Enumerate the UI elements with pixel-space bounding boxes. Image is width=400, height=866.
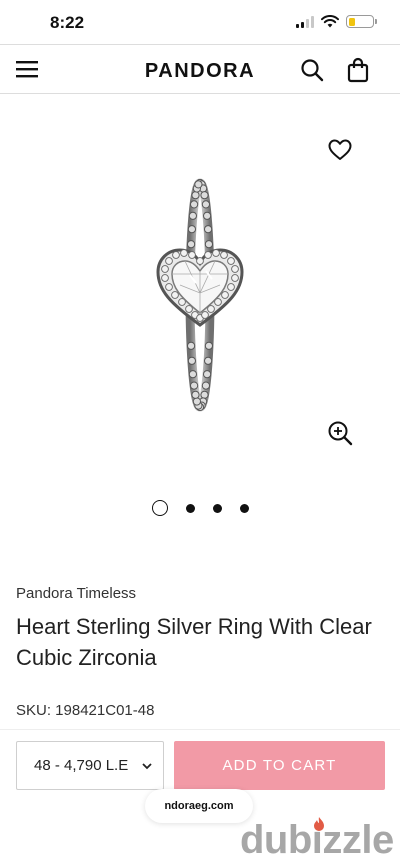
- signal-icon: [296, 15, 314, 28]
- size-select[interactable]: 48 - 4,790 L.E: [16, 741, 164, 790]
- shopping-bag-icon[interactable]: [346, 57, 370, 83]
- battery-icon: [346, 15, 377, 28]
- brand-accent-letter: R: [223, 60, 240, 82]
- zoom-in-icon[interactable]: [327, 420, 353, 446]
- brand-suffix: A: [239, 60, 256, 82]
- battery-level: [348, 17, 356, 26]
- site-header: PANDORA: [0, 44, 400, 94]
- flame-icon: [314, 817, 324, 831]
- product-collection[interactable]: Pandora Timeless: [16, 585, 136, 602]
- search-icon[interactable]: [300, 58, 324, 82]
- status-icons: [296, 15, 377, 28]
- chevron-down-icon: [142, 763, 152, 770]
- status-time: 8:22: [50, 13, 85, 32]
- product-title: Heart Sterling Silver Ring With Clear Cu…: [16, 614, 372, 670]
- browser-url-pill[interactable]: ndoraeg.com: [145, 789, 253, 823]
- carousel-dot-3[interactable]: [212, 503, 222, 513]
- add-to-cart-button[interactable]: ADD TO CART: [174, 741, 385, 790]
- size-select-value: 48 - 4,790 L.E: [34, 757, 129, 774]
- product-gallery[interactable]: [0, 95, 400, 545]
- carousel-dot-2[interactable]: [185, 503, 195, 513]
- status-bar: 8:22: [0, 0, 400, 44]
- brand-prefix: PANDO: [144, 60, 224, 82]
- wifi-icon: [321, 15, 339, 28]
- product-sku: SKU: 198421C01-48: [16, 702, 155, 719]
- brand-logo[interactable]: PANDORA: [0, 60, 400, 83]
- product-image-heart-ring: [156, 178, 244, 412]
- carousel-dot-4[interactable]: [239, 503, 249, 513]
- heart-icon[interactable]: [327, 138, 353, 162]
- carousel-dot-1[interactable]: [151, 500, 168, 516]
- carousel-dots: [0, 500, 400, 516]
- browser-url: ndoraeg.com: [164, 800, 234, 812]
